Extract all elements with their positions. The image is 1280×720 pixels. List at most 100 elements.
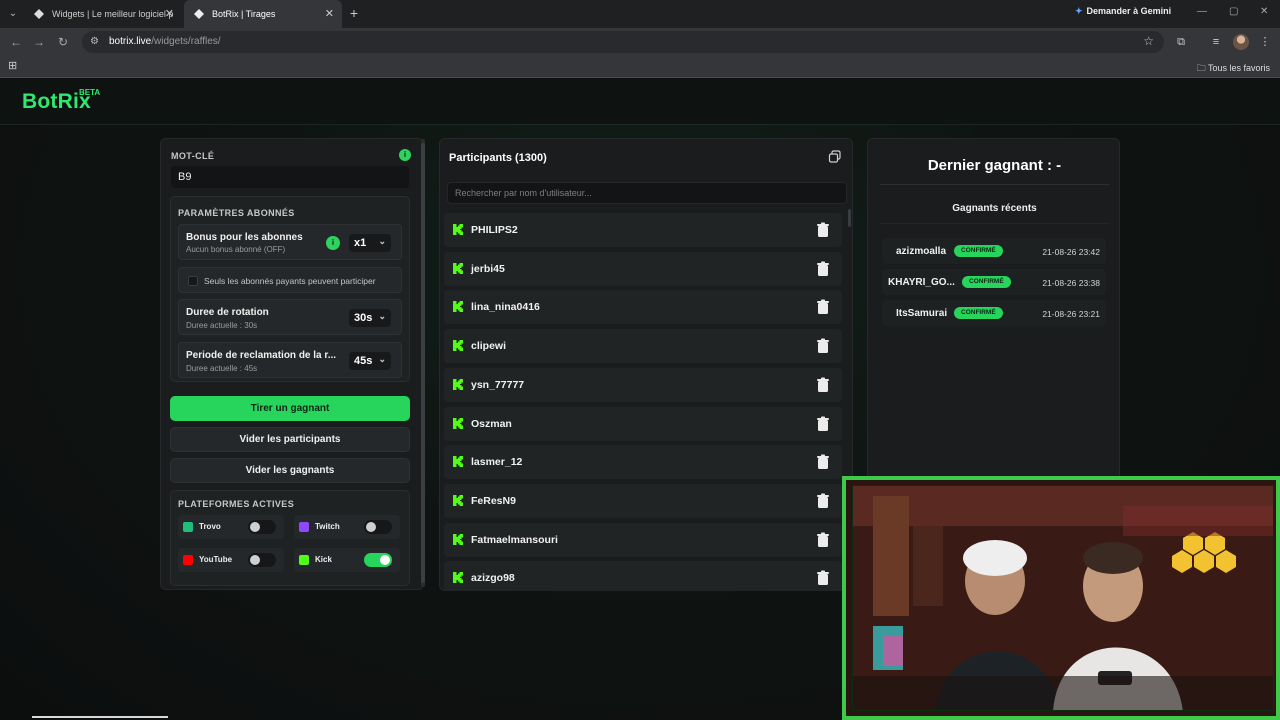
participant-row: FeResN9 xyxy=(444,483,842,518)
platform-label: YouTube xyxy=(199,555,233,564)
winner-date: 21-08-26 23:21 xyxy=(1042,309,1100,319)
kick-icon xyxy=(453,533,463,545)
rotation-select[interactable]: 30s ⌄ xyxy=(349,309,391,327)
rotation-value: 30s xyxy=(354,312,373,324)
profile-avatar[interactable] xyxy=(1233,34,1249,50)
close-window-icon[interactable]: ✕ xyxy=(1260,6,1268,17)
gemini-button[interactable]: ✦ Demander à Gemini xyxy=(1075,6,1171,17)
platform-youtube: YouTube xyxy=(178,548,284,572)
participant-row: azizgo98 xyxy=(444,561,842,591)
last-winner-title: Dernier gagnant : - xyxy=(927,157,1062,174)
participant-name: clipewi xyxy=(471,340,507,353)
tab-strip: ⌄ Widgets | Le meilleur logiciel p ✕ Bot… xyxy=(0,0,1280,28)
winner-row: azizmoalla CONFIRMÉ 21-08-26 23:42 xyxy=(882,238,1106,264)
platform-trovo: Trovo xyxy=(178,515,284,539)
trash-icon[interactable] xyxy=(816,416,830,432)
youtube-toggle[interactable] xyxy=(248,553,276,567)
bonus-subtitle: Aucun bonus abonné (OFF) xyxy=(186,245,286,254)
paid-only-checkbox[interactable] xyxy=(188,276,198,286)
botrix-favicon-icon xyxy=(194,9,204,19)
trovo-toggle[interactable] xyxy=(248,520,276,534)
participant-search-input[interactable]: Rechercher par nom d'utilisateur... xyxy=(447,182,847,204)
extensions-icon[interactable]: ⧉ xyxy=(1174,35,1188,49)
copy-icon[interactable] xyxy=(828,150,842,164)
kick-icon xyxy=(453,340,463,352)
media-controls-icon[interactable]: ≡ xyxy=(1209,35,1223,49)
botrix-favicon-icon xyxy=(34,9,44,19)
bookmark-star-icon[interactable]: ☆ xyxy=(1143,34,1154,48)
clear-winners-button[interactable]: Vider les gagnants xyxy=(170,458,410,483)
participant-row: ysn_77777 xyxy=(444,367,842,402)
trash-icon[interactable] xyxy=(816,299,830,315)
claim-period-setting: Periode de reclamation de la r... Duree … xyxy=(178,342,402,378)
close-tab-icon[interactable]: ✕ xyxy=(165,0,174,28)
all-bookmarks-folder[interactable]: 🗀 Tous les favoris xyxy=(1197,61,1270,77)
kick-icon xyxy=(453,494,463,506)
claim-select[interactable]: 45s ⌄ xyxy=(349,352,391,370)
draw-winner-button[interactable]: Tirer un gagnant xyxy=(170,396,410,421)
gemini-icon: ✦ xyxy=(1075,6,1083,16)
twitch-icon xyxy=(299,522,309,532)
clear-participants-button[interactable]: Vider les participants xyxy=(170,427,410,452)
participant-name: Fatmaelmansouri xyxy=(471,533,558,546)
back-icon[interactable]: ← xyxy=(8,34,24,50)
trash-icon[interactable] xyxy=(816,222,830,238)
forward-icon[interactable]: → xyxy=(31,34,47,50)
confirmed-badge: CONFIRMÉ xyxy=(962,276,1011,288)
trash-icon[interactable] xyxy=(816,261,830,277)
keyword-label: MOT-CLÉ xyxy=(171,151,215,161)
participant-name: ysn_77777 xyxy=(471,378,525,391)
webcam-scene-image xyxy=(853,486,1273,710)
info-icon[interactable]: i xyxy=(399,149,411,161)
kick-icon xyxy=(453,301,463,313)
participant-row: Fatmaelmansouri xyxy=(444,522,842,557)
trovo-icon xyxy=(183,522,193,532)
confirmed-badge: CONFIRMÉ xyxy=(954,307,1003,319)
active-platforms: PLATEFORMES ACTIVES Trovo Twitch YouTube… xyxy=(170,490,410,586)
settings-scrollbar[interactable] xyxy=(421,139,425,587)
winner-row: ItsSamurai CONFIRMÉ 21-08-26 23:21 xyxy=(882,300,1106,326)
bonus-select[interactable]: x1 ⌄ xyxy=(349,234,391,252)
paid-only-label: Seuls les abonnés payants peuvent partic… xyxy=(204,276,376,286)
toggle-knob xyxy=(250,555,260,565)
tab-search-icon[interactable]: ⌄ xyxy=(6,7,20,21)
chevron-down-icon: ⌄ xyxy=(378,311,386,321)
participant-row: jerbi45 xyxy=(444,251,842,286)
minimize-icon[interactable]: — xyxy=(1197,6,1207,17)
bonus-setting: Bonus pour les abonnes Aucun bonus abonn… xyxy=(178,224,402,260)
platform-twitch: Twitch xyxy=(294,515,400,539)
webcam-overlay xyxy=(842,476,1280,720)
menu-icon[interactable]: ⋮ xyxy=(1258,35,1272,49)
winner-date: 21-08-26 23:38 xyxy=(1042,278,1100,288)
trash-icon[interactable] xyxy=(816,493,830,509)
kick-toggle[interactable] xyxy=(364,553,392,567)
site-info-icon[interactable]: ⚙ xyxy=(90,35,104,49)
trash-icon[interactable] xyxy=(816,338,830,354)
scrollbar-thumb[interactable] xyxy=(421,143,425,583)
trash-icon[interactable] xyxy=(816,532,830,548)
info-icon[interactable]: i xyxy=(326,236,340,250)
keyword-input[interactable]: B9 xyxy=(171,166,409,188)
new-tab-icon[interactable]: + xyxy=(346,5,362,21)
trash-icon[interactable] xyxy=(816,570,830,586)
participant-list-scrollbar[interactable] xyxy=(848,209,851,227)
participant-row: lina_nina0416 xyxy=(444,290,842,325)
close-tab-icon[interactable]: ✕ xyxy=(325,0,334,28)
maximize-icon[interactable]: ▢ xyxy=(1229,6,1238,17)
apps-grid-icon[interactable]: ⊞ xyxy=(8,61,19,72)
platforms-section-title: PLATEFORMES ACTIVES xyxy=(178,499,295,509)
twitch-toggle[interactable] xyxy=(364,520,392,534)
participant-name: lina_nina0416 xyxy=(471,301,540,314)
trash-icon[interactable] xyxy=(816,377,830,393)
reload-icon[interactable]: ↻ xyxy=(55,34,71,50)
winner-name: azizmoalla xyxy=(896,246,947,257)
winner-name: ItsSamurai xyxy=(896,308,948,319)
trash-icon[interactable] xyxy=(816,454,830,470)
address-bar[interactable]: ⚙ botrix.live/widgets/raffles/ ☆ xyxy=(82,31,1164,53)
site-header: BotRix BETA xyxy=(0,79,1280,125)
tab-tirages[interactable]: BotRix | Tirages ✕ xyxy=(184,0,342,28)
tab-widgets[interactable]: Widgets | Le meilleur logiciel p ✕ xyxy=(24,0,182,28)
paid-only-setting[interactable]: Seuls les abonnés payants peuvent partic… xyxy=(178,267,402,293)
participant-row: Oszman xyxy=(444,406,842,441)
winner-row: KHAYRI_GO... CONFIRMÉ 21-08-26 23:38 xyxy=(882,269,1106,295)
